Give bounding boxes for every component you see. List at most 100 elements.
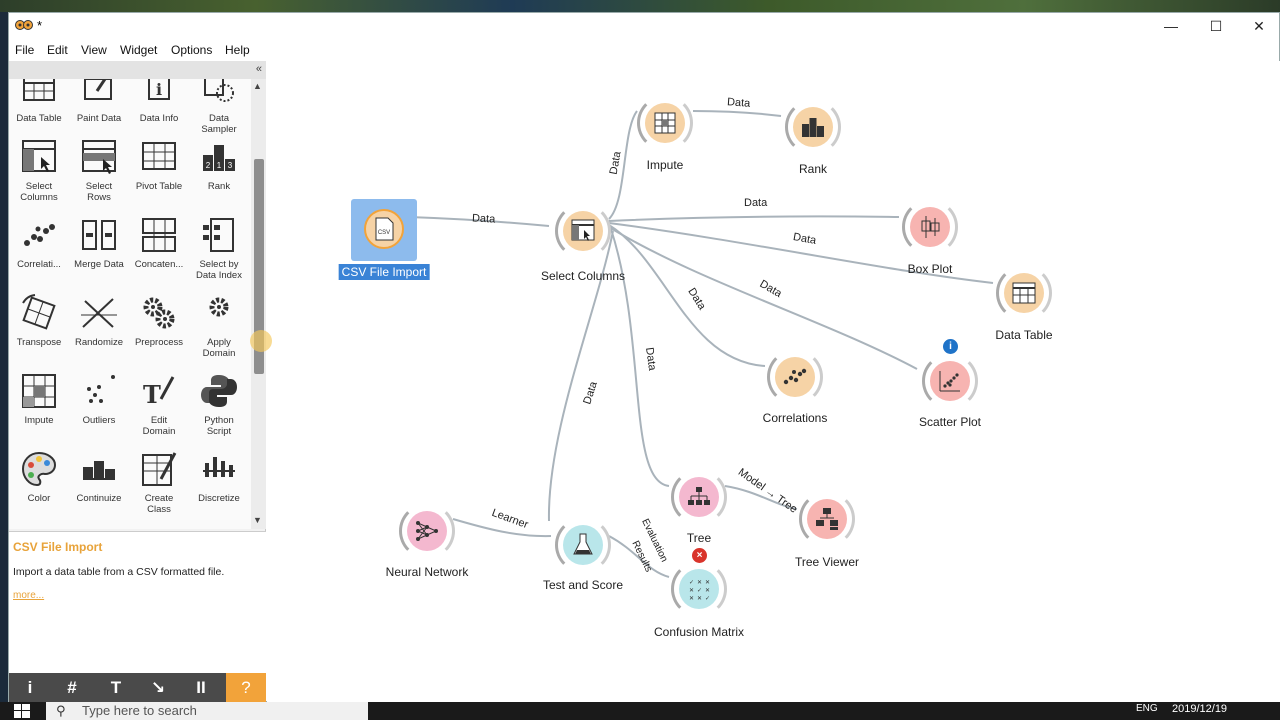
close-button[interactable]: ✕ <box>1237 13 1280 39</box>
taskbar-search[interactable]: ⚲ Type here to search <box>46 702 368 720</box>
neural-network-icon <box>416 521 438 541</box>
pause-button[interactable]: II <box>188 676 214 700</box>
node-tree[interactable] <box>671 469 727 525</box>
scroll-up-icon[interactable]: ▲ <box>253 81 262 91</box>
tray-date[interactable]: 2019/12/19 <box>1172 703 1227 715</box>
widget-continuize[interactable]: Continuize <box>69 449 129 504</box>
link-label-data: Data <box>744 197 768 209</box>
arrow-annotation-button[interactable]: ↘ <box>145 676 171 700</box>
node-select-columns[interactable] <box>555 203 611 259</box>
svg-text:3: 3 <box>228 161 233 170</box>
widget-label: Transpose <box>16 337 62 348</box>
widget-edit-domain[interactable]: T Edit Domain <box>129 371 189 437</box>
text-annotation-button[interactable]: T <box>103 676 129 700</box>
help-more-link[interactable]: more... <box>13 590 44 601</box>
preprocess-icon <box>143 297 175 329</box>
widget-impute[interactable]: Impute <box>9 371 69 426</box>
info-badge-icon[interactable]: i <box>943 339 958 354</box>
impute-icon <box>654 112 676 134</box>
node-rank[interactable] <box>785 99 841 155</box>
widget-apply-domain[interactable]: Apply Domain <box>189 293 249 359</box>
widget-label: Python Script <box>204 415 234 437</box>
widget-select-rows[interactable]: Select Rows <box>69 137 129 203</box>
widget-data-sampler[interactable]: Data Sampler <box>189 79 249 135</box>
menu-options[interactable]: Options <box>171 43 212 57</box>
widget-label: Pivot Table <box>135 181 183 192</box>
node-scatter-plot[interactable] <box>922 353 978 409</box>
widget-python-script[interactable]: Python Script <box>189 371 249 437</box>
workflow-canvas[interactable]: Data Data Data Data Data Data Data Data … <box>267 61 1280 703</box>
menu-edit[interactable]: Edit <box>47 43 68 57</box>
node-label-correlations: Correlations <box>762 411 828 425</box>
node-csv-file-import[interactable]: CSV <box>356 201 412 257</box>
widget-outliers[interactable]: Outliers <box>69 371 129 426</box>
widget-pivot-table[interactable]: Pivot Table <box>129 137 189 192</box>
mouse-cursor-highlight <box>250 330 272 352</box>
widget-data-info[interactable]: i Data Info <box>129 79 189 124</box>
widget-rank[interactable]: 213 Rank <box>189 137 249 192</box>
widget-randomize[interactable]: Randomize <box>69 293 129 348</box>
language-indicator[interactable]: ENG <box>1136 703 1158 714</box>
widget-label: Discretize <box>198 493 240 504</box>
error-badge-icon[interactable]: × <box>692 548 707 563</box>
svg-text:✓: ✓ <box>697 587 702 594</box>
menu-view[interactable]: View <box>81 43 107 57</box>
impute-icon <box>22 374 56 408</box>
toolbox-scrollbar[interactable]: ▲ ▼ <box>251 79 266 529</box>
node-label-impute: Impute <box>646 158 684 172</box>
windows-start-icon[interactable] <box>14 704 30 718</box>
data-table-icon <box>1012 282 1036 304</box>
collapse-dock-icon[interactable]: « <box>256 63 262 75</box>
widget-discretize[interactable]: Discretize <box>189 449 249 504</box>
randomize-icon <box>81 298 117 328</box>
node-neural-network[interactable] <box>399 503 455 559</box>
node-box-plot[interactable] <box>902 199 958 255</box>
node-impute[interactable] <box>637 95 693 151</box>
svg-text:CSV: CSV <box>378 230 390 236</box>
edit-domain-icon: T <box>143 376 175 409</box>
node-label-select-columns: Select Columns <box>540 269 626 283</box>
node-tree-viewer[interactable] <box>799 491 855 547</box>
menu-file[interactable]: File <box>15 43 34 57</box>
widget-select-by-data-index[interactable]: Select by Data Index <box>189 215 249 281</box>
grid-button[interactable]: # <box>59 676 85 700</box>
window-title: * <box>37 18 43 33</box>
widget-transpose[interactable]: Transpose <box>9 293 69 348</box>
node-data-table[interactable] <box>996 265 1052 321</box>
maximize-button[interactable]: ☐ <box>1194 13 1238 39</box>
widget-label: Data Sampler <box>201 113 237 135</box>
widget-create-class[interactable]: Create Class <box>129 449 189 515</box>
rank-icon: 213 <box>203 145 235 171</box>
node-label-tree: Tree <box>686 531 712 545</box>
node-label-neural-network: Neural Network <box>385 565 469 579</box>
svg-text:1: 1 <box>217 161 222 170</box>
scroll-down-icon[interactable]: ▼ <box>253 515 262 525</box>
widget-merge-data[interactable]: Merge Data <box>69 215 129 270</box>
widget-select-columns[interactable]: Select Columns <box>9 137 69 203</box>
widget-label: Outliers <box>82 415 116 426</box>
widget-correlations[interactable]: Correlati... <box>9 215 69 270</box>
widget-label: Correlati... <box>17 259 61 270</box>
link-select-boxplot <box>608 215 900 222</box>
help-button[interactable]: ? <box>226 673 266 703</box>
select-columns-icon <box>571 219 595 241</box>
minimize-button[interactable]: — <box>1149 13 1193 39</box>
title-bar: * — ☐ ✕ <box>9 13 1279 39</box>
widget-label: Data Info <box>139 113 179 124</box>
widget-concatenate[interactable]: Concaten... <box>129 215 189 270</box>
node-label-test-and-score: Test and Score <box>542 578 624 592</box>
widget-data-table[interactable]: Data Table <box>9 79 69 124</box>
node-confusion-matrix[interactable]: ✓ ✕ ✕ ✕ ✓ ✕ ✕ ✕ ✓ <box>671 561 727 617</box>
widget-paint-data[interactable]: Paint Data <box>69 79 129 124</box>
info-button[interactable]: i <box>17 676 43 700</box>
menu-help[interactable]: Help <box>225 43 250 57</box>
help-title: CSV File Import <box>13 540 103 554</box>
menu-widget[interactable]: Widget <box>120 43 157 57</box>
widget-color[interactable]: Color <box>9 449 69 504</box>
svg-text:✕: ✕ <box>689 587 694 594</box>
paint-data-icon <box>84 79 112 100</box>
node-correlations[interactable] <box>767 349 823 405</box>
node-test-and-score[interactable] <box>555 517 611 573</box>
rank-icon <box>802 118 824 137</box>
widget-preprocess[interactable]: Preprocess <box>129 293 189 348</box>
